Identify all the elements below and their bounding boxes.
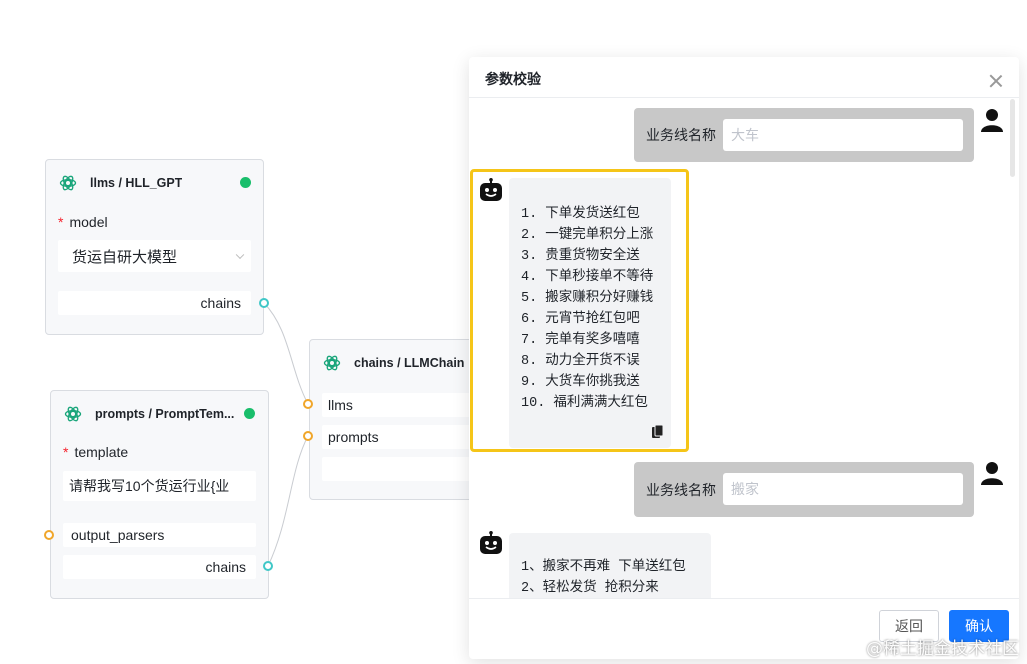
prompt-output-port[interactable]: [263, 561, 273, 571]
list-item: 1. 下单发货送红包: [521, 207, 640, 222]
output-parsers-label: output_parsers: [71, 527, 165, 543]
prompts-input-port[interactable]: [303, 431, 313, 441]
copy-icon[interactable]: [652, 425, 663, 438]
list-item: 1、搬家不再难 下单送红包: [521, 560, 686, 575]
bot-message: 1、搬家不再难 下单送红包 2、轻松发货 抢积分来: [509, 533, 711, 598]
prompt-node-title: prompts / PromptTem...: [95, 407, 235, 421]
chain-output-row: [322, 457, 482, 481]
user-message: 业务线名称: [634, 108, 974, 162]
llm-output-port[interactable]: [259, 298, 269, 308]
bot-avatar-icon: [480, 531, 502, 554]
chat-area[interactable]: 业务线名称 1. 下单发货送红包 2. 一键完单积分上涨 3. 贵重货物安全送 …: [469, 98, 1019, 598]
openai-icon: [323, 355, 341, 371]
user-avatar-icon: [981, 109, 1003, 132]
llms-input-port[interactable]: [303, 399, 313, 409]
openai-icon: [64, 406, 82, 422]
template-label: * template: [63, 444, 129, 460]
chains-output-label: chains: [200, 295, 241, 311]
business-line-label: 业务线名称: [646, 481, 716, 498]
chain-node[interactable]: chains / LLMChain llms prompts: [309, 339, 482, 500]
status-indicator: [244, 408, 255, 419]
business-line-input[interactable]: [723, 473, 963, 505]
chains-output-row: chains: [63, 555, 256, 579]
watermark: @稀土掘金技术社区: [866, 639, 1019, 659]
prompts-input-row: prompts: [322, 425, 482, 449]
model-select[interactable]: 货运自研大模型: [58, 240, 251, 272]
close-icon[interactable]: [989, 74, 1003, 88]
list-item: 2. 一键完单积分上涨: [521, 228, 654, 243]
llms-input-row: llms: [322, 393, 482, 417]
chevron-down-icon: [235, 250, 245, 260]
bot-message: 1. 下单发货送红包 2. 一键完单积分上涨 3. 贵重货物安全送 4. 下单秒…: [509, 178, 671, 448]
model-select-value: 货运自研大模型: [72, 248, 178, 266]
llms-input-label: llms: [328, 397, 353, 413]
model-label: * model: [58, 214, 108, 230]
list-item: 7. 完单有奖多嘻嘻: [521, 333, 640, 348]
edge-prompts-to-chain: [267, 435, 309, 567]
list-item: 8. 动力全开货不误: [521, 354, 640, 369]
user-avatar-icon: [981, 462, 1003, 485]
template-input-value: 请帮我写10个货运行业{业: [69, 478, 230, 494]
list-item: 6. 元宵节抢红包吧: [521, 312, 640, 327]
chains-output-label: chains: [205, 559, 246, 575]
template-input[interactable]: 请帮我写10个货运行业{业: [63, 471, 256, 501]
llm-node-title: llms / HLL_GPT: [90, 176, 183, 190]
prompts-input-label: prompts: [328, 429, 379, 445]
list-item: 9. 大货车你挑我送: [521, 375, 640, 390]
business-line-input[interactable]: [723, 119, 963, 151]
output-parsers-input-port[interactable]: [44, 530, 54, 540]
slogan-list: 1、搬家不再难 下单送红包 2、轻松发货 抢积分来: [521, 557, 686, 598]
chain-node-title: chains / LLMChain: [354, 356, 465, 370]
list-item: 4. 下单秒接单不等待: [521, 270, 654, 285]
list-item: 2、轻松发货 抢积分来: [521, 581, 659, 596]
list-item: 3. 贵重货物安全送: [521, 249, 640, 264]
chains-output-row: chains: [58, 291, 251, 315]
user-message: 业务线名称: [634, 462, 974, 517]
list-item: 10. 福利满满大红包: [521, 396, 648, 411]
slogan-list: 1. 下单发货送红包 2. 一键完单积分上涨 3. 贵重货物安全送 4. 下单秒…: [521, 204, 653, 414]
list-item: 5. 搬家赚积分好赚钱: [521, 291, 654, 306]
modal-title: 参数校验: [485, 71, 541, 87]
edge-llms-to-chain: [263, 302, 309, 405]
openai-icon: [59, 175, 77, 191]
output-parsers-row: output_parsers: [63, 523, 256, 547]
business-line-label: 业务线名称: [646, 127, 716, 143]
modal-header: 参数校验: [469, 57, 1019, 98]
status-indicator: [240, 177, 251, 188]
validation-modal: 参数校验 业务线名称 1. 下单发货送红包 2. 一键完单积分上涨 3.: [469, 57, 1019, 659]
chat-scrollbar[interactable]: [1010, 99, 1015, 177]
llm-node[interactable]: llms / HLL_GPT * model 货运自研大模型 chains: [45, 159, 264, 335]
prompt-node[interactable]: prompts / PromptTem... * template 请帮我写10个…: [50, 390, 269, 599]
